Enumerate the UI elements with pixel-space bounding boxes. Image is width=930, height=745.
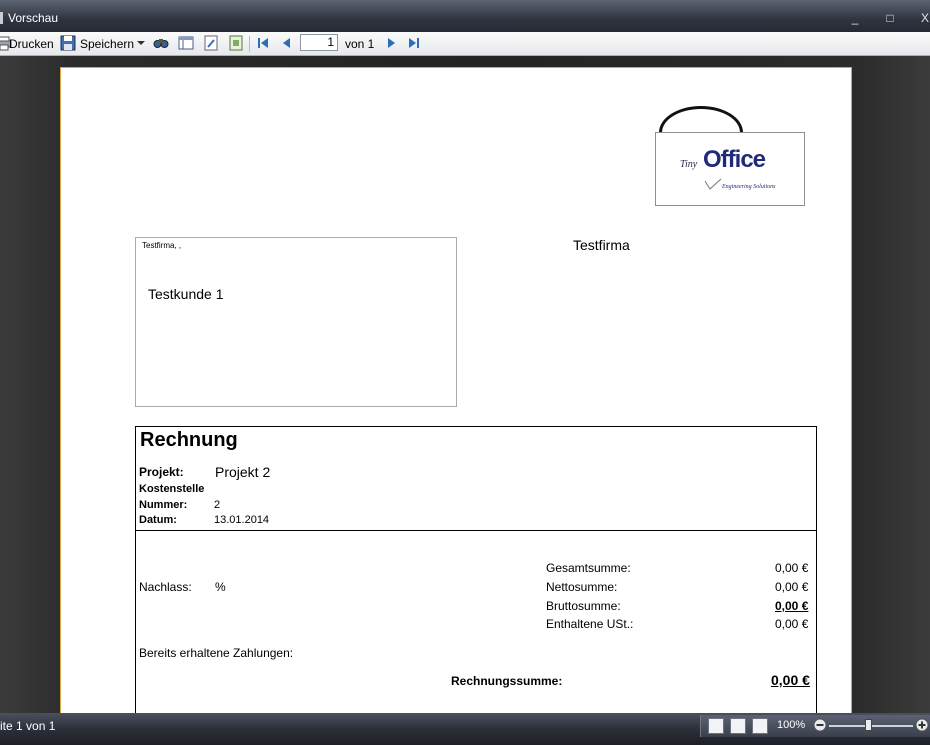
zoom-out-icon[interactable] — [813, 718, 827, 732]
date-label: Datum: — [139, 514, 177, 526]
date-value: 13.01.2014 — [214, 514, 270, 526]
zoom-level: 100% — [777, 719, 806, 731]
total-value: 0,00 € — [775, 561, 809, 575]
preview-area[interactable]: Tiny Office Engineering Solutions Testfi… — [0, 56, 930, 713]
status-bar: ite 1 von 1 100% — [0, 713, 930, 745]
invoice-block: Rechnung Projekt: Projekt 2 Kostenstelle… — [135, 426, 817, 713]
save-dropdown-icon[interactable] — [136, 38, 146, 48]
page-setup-icon[interactable] — [178, 35, 194, 51]
toolbar: Drucken Speichern 1 von 1 — [0, 32, 930, 56]
window-title: Vorschau — [8, 11, 59, 25]
close-button[interactable]: X — [916, 10, 930, 26]
page-number-input[interactable]: 1 — [300, 34, 338, 51]
print-button[interactable]: Drucken — [9, 36, 54, 52]
vat-label: Enthaltene USt.: — [546, 617, 634, 631]
page-count-label: von 1 — [345, 37, 375, 51]
net-label: Nettosumme: — [546, 580, 618, 594]
discount-value: % — [215, 580, 226, 594]
logo-tagline: Engineering Solutions — [722, 184, 776, 190]
window-titlebar: Vorschau _ □ X — [0, 0, 930, 32]
cost-center-label: Kostenstelle — [139, 483, 205, 495]
zoom-controls: 100% — [700, 715, 930, 737]
invoice-divider — [136, 530, 816, 531]
view-single-button[interactable] — [708, 718, 724, 734]
total-label: Gesamtsumme: — [546, 561, 631, 575]
number-value: 2 — [214, 499, 221, 511]
next-page-icon[interactable] — [383, 35, 399, 51]
document-page: Tiny Office Engineering Solutions Testfi… — [60, 67, 852, 713]
gross-label: Bruttosumme: — [546, 599, 621, 613]
invoice-sum-label: Rechnungssumme: — [451, 674, 563, 688]
company-name: Testfirma — [573, 237, 630, 253]
logo-check-icon — [704, 178, 722, 190]
minimize-button[interactable]: _ — [846, 10, 864, 26]
project-value: Projekt 2 — [215, 464, 271, 480]
page-view-icon[interactable] — [228, 35, 244, 51]
toolbar-separator — [249, 36, 250, 52]
number-label: Nummer: — [139, 499, 188, 511]
save-icon — [60, 35, 76, 51]
gross-value: 0,00 € — [775, 599, 809, 613]
invoice-title: Rechnung — [140, 429, 238, 451]
invoice-sum-value: 0,00 € — [771, 672, 810, 688]
previous-page-icon[interactable] — [279, 35, 295, 51]
last-page-icon[interactable] — [406, 35, 422, 51]
recipient-name: Testkunde 1 — [148, 286, 224, 302]
zoom-in-icon[interactable] — [915, 718, 929, 732]
discount-label: Nachlass: — [139, 580, 192, 594]
app-icon — [0, 12, 3, 24]
logo-text: Office — [703, 146, 766, 173]
first-page-icon[interactable] — [255, 35, 271, 51]
view-fit-button[interactable] — [730, 718, 746, 734]
logo-small-text: Tiny — [680, 159, 698, 170]
maximize-button[interactable]: □ — [881, 10, 899, 26]
page-info: ite 1 von 1 — [0, 719, 56, 733]
payments-label: Bereits erhaltene Zahlungen: — [139, 646, 294, 660]
project-label: Projekt: — [139, 465, 184, 479]
vat-value: 0,00 € — [775, 617, 809, 631]
sender-line: Testfirma, , — [142, 241, 182, 250]
settings-icon[interactable] — [203, 35, 219, 51]
view-multi-button[interactable] — [752, 718, 768, 734]
company-logo: Tiny Office Engineering Solutions — [655, 132, 805, 206]
address-box: Testfirma, , Testkunde 1 — [135, 237, 457, 407]
search-icon[interactable] — [153, 35, 169, 51]
zoom-slider-thumb[interactable] — [865, 719, 872, 731]
save-button[interactable]: Speichern — [80, 36, 134, 52]
net-value: 0,00 € — [775, 580, 809, 594]
